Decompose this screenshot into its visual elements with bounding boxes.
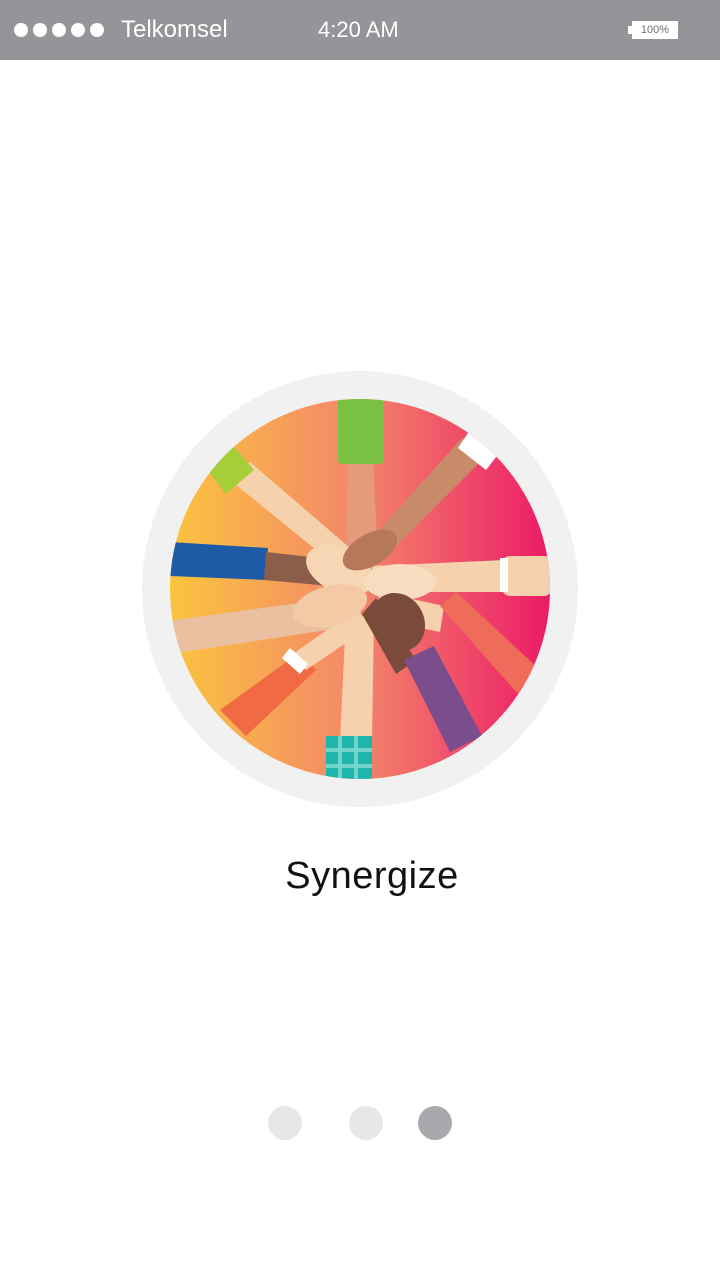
status-bar: Telkomsel 4:20 AM 100% — [0, 0, 720, 60]
onboarding-screen: Telkomsel 4:20 AM 100% Synergize — [0, 0, 720, 1280]
team-hands-icon — [142, 371, 578, 807]
clock: 4:20 AM — [318, 17, 399, 42]
carrier-name: Telkomsel — [121, 16, 228, 43]
onboarding-title: Synergize — [285, 855, 459, 897]
signal-strength-icon — [14, 23, 104, 37]
page-indicator-3-active[interactable] — [418, 1106, 452, 1140]
battery-level: 100% — [640, 24, 670, 36]
page-indicator-1[interactable] — [268, 1106, 302, 1140]
page-indicator-2[interactable] — [349, 1106, 383, 1140]
